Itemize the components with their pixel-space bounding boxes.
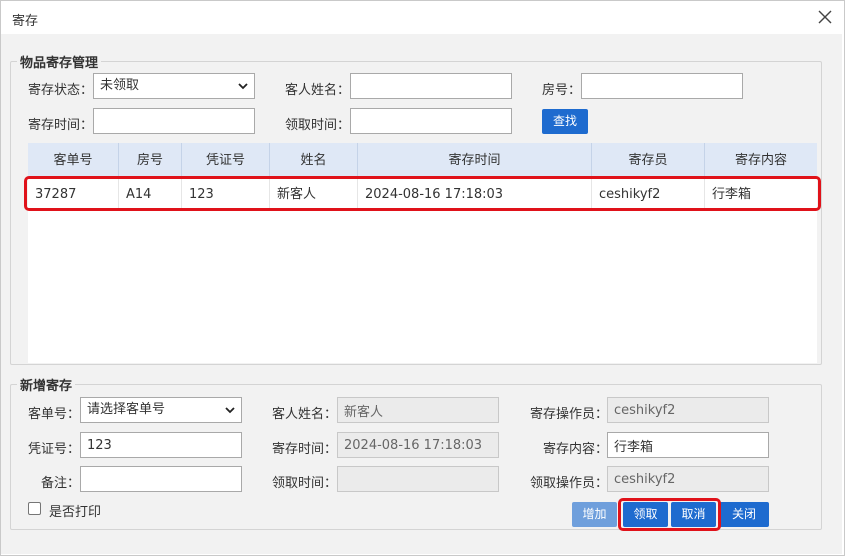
cancel-button[interactable]: 取消 xyxy=(671,502,716,527)
form-pickup-time-field xyxy=(337,466,499,492)
column-header[interactable]: 寄存员 xyxy=(592,143,705,179)
search-group-legend: 物品寄存管理 xyxy=(20,56,99,71)
window-title: 寄存 xyxy=(12,14,39,29)
operator-label: 寄存操作员： xyxy=(530,407,609,422)
form-guest-name-label: 客人姓名： xyxy=(272,407,338,422)
room-input[interactable] xyxy=(581,73,743,99)
close-icon xyxy=(818,10,832,24)
note-field[interactable] xyxy=(80,466,242,492)
close-window-button[interactable] xyxy=(814,6,836,28)
column-header[interactable]: 寄存时间 xyxy=(358,143,592,179)
add-group-legend: 新增寄存 xyxy=(20,379,73,394)
form-deposit-time-label: 寄存时间： xyxy=(272,442,338,457)
pickup-operator-field xyxy=(607,466,769,492)
status-select[interactable]: 未领取 xyxy=(93,73,255,99)
cell-voucher: 123 xyxy=(182,179,270,210)
room-label: 房号： xyxy=(542,83,582,98)
find-button[interactable]: 查找 xyxy=(542,109,588,134)
deposit-time-label: 寄存时间： xyxy=(28,118,94,133)
cell-deposit-time: 2024-08-16 17:18:03 xyxy=(358,179,592,210)
cell-room: A14 xyxy=(119,179,182,210)
content-label: 寄存内容： xyxy=(543,442,609,457)
column-header[interactable]: 房号 xyxy=(119,143,182,179)
deposit-time-input[interactable] xyxy=(93,108,255,134)
pickup-time-input[interactable] xyxy=(350,108,512,134)
order-label: 客单号： xyxy=(28,407,81,422)
cell-name: 新客人 xyxy=(270,179,358,210)
chevron-down-icon xyxy=(238,83,248,90)
column-header[interactable]: 客单号 xyxy=(28,143,119,179)
add-button[interactable]: 增加 xyxy=(572,502,617,527)
status-select-value: 未领取 xyxy=(100,78,140,93)
chevron-down-icon xyxy=(225,407,235,414)
voucher-field[interactable] xyxy=(80,432,242,458)
titlebar: 寄存 xyxy=(1,1,844,35)
pickup-button[interactable]: 领取 xyxy=(623,502,668,527)
note-label: 备注： xyxy=(41,476,81,491)
cell-operator: ceshikyf2 xyxy=(592,179,705,210)
status-label: 寄存状态： xyxy=(28,83,94,98)
dialog-body: 物品寄存管理 寄存状态： 未领取 客人姓名： 房号： 寄存时间： 领取时间： 查… xyxy=(1,34,842,554)
voucher-label: 凭证号： xyxy=(28,442,81,457)
order-select[interactable]: 请选择客单号 xyxy=(80,397,242,423)
table-header: 客单号 房号 凭证号 姓名 寄存时间 寄存员 寄存内容 xyxy=(28,143,817,179)
table-row[interactable]: 37287 A14 123 新客人 2024-08-16 17:18:03 ce… xyxy=(28,179,817,210)
form-deposit-time-field xyxy=(337,432,499,458)
content-field[interactable] xyxy=(607,432,769,458)
print-checkbox[interactable] xyxy=(28,502,41,515)
column-header[interactable]: 凭证号 xyxy=(182,143,270,179)
form-guest-name-field xyxy=(337,397,499,423)
cell-order-no: 37287 xyxy=(28,179,119,210)
guest-name-label: 客人姓名： xyxy=(285,83,351,98)
pickup-operator-label: 领取操作员： xyxy=(530,476,609,491)
operator-field xyxy=(607,397,769,423)
column-header[interactable]: 寄存内容 xyxy=(705,143,817,179)
print-label: 是否打印 xyxy=(49,505,102,520)
form-pickup-time-label: 领取时间： xyxy=(272,476,338,491)
deposit-table: 客单号 房号 凭证号 姓名 寄存时间 寄存员 寄存内容 37287 A14 12… xyxy=(28,143,817,363)
pickup-time-label: 领取时间： xyxy=(285,118,351,133)
close-button[interactable]: 关闭 xyxy=(719,502,769,527)
order-select-value: 请选择客单号 xyxy=(87,402,166,417)
column-header[interactable]: 姓名 xyxy=(270,143,358,179)
cell-content: 行李箱 xyxy=(712,187,752,202)
guest-name-input[interactable] xyxy=(350,73,512,99)
